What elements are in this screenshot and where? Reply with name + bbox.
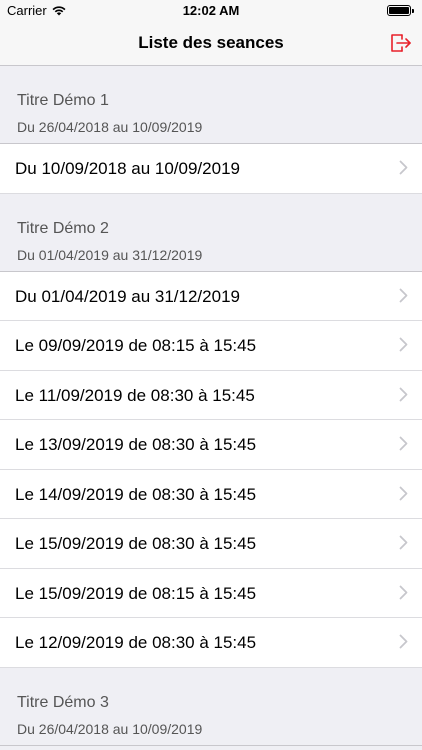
session-row[interactable]: Le 14/09/2019 de 08:30 à 15:45 xyxy=(0,469,422,519)
session-label: Le 14/09/2019 de 08:30 à 15:45 xyxy=(15,484,257,504)
session-label: Le 12/09/2019 de 08:30 à 15:45 xyxy=(15,633,257,652)
logout-icon xyxy=(391,34,411,52)
clock: 12:02 AM xyxy=(182,3,240,18)
page-title: Liste des seances xyxy=(138,33,284,52)
chevron-right-icon xyxy=(399,337,408,352)
section-title: Titre Démo 3 xyxy=(17,693,109,711)
status-bar: Carrier 12:02 AM xyxy=(0,0,422,22)
section-date-range: Du 26/04/2018 au 10/09/2019 xyxy=(17,720,203,737)
session-row[interactable]: Du 10/09/2018 au 10/09/2019 xyxy=(0,144,422,194)
session-label: Du 01/04/2019 au 31/12/2019 xyxy=(15,286,240,306)
chevron-right-icon xyxy=(399,486,408,501)
section-header: Titre Démo 1 Du 26/04/2018 au 10/09/2019 xyxy=(0,66,422,144)
session-label: Le 11/09/2019 de 08:30 à 15:45 xyxy=(15,385,255,405)
session-row[interactable]: Le 13/09/2019 de 08:30 à 15:45 xyxy=(0,420,422,470)
session-row[interactable]: Le 15/09/2019 de 08:15 à 15:45 xyxy=(0,568,422,618)
session-row[interactable]: Du 01/04/2019 au 31/12/2019 xyxy=(0,271,422,321)
session-row[interactable]: Le 09/09/2019 de 08:15 à 15:45 xyxy=(0,321,422,371)
battery-icon xyxy=(387,5,411,16)
section-title: Titre Démo 1 xyxy=(17,92,109,109)
session-row[interactable]: Le 11/09/2019 de 08:30 à 15:45 xyxy=(0,370,422,420)
session-list[interactable]: Titre Démo 1 Du 26/04/2018 au 10/09/2019 D… xyxy=(0,66,422,750)
session-label: Le 09/09/2019 de 08:15 à 15:45 xyxy=(15,336,257,355)
session-row[interactable]: Le 15/09/2019 de 08:30 à 15:45 xyxy=(0,519,422,569)
section-header: Titre Démo 2 Du 01/04/2019 au 31/12/2019 xyxy=(0,193,422,272)
logout-button[interactable] xyxy=(386,29,414,57)
chevron-right-icon xyxy=(399,387,408,402)
session-label: Le 15/09/2019 de 08:30 à 15:45 xyxy=(15,534,257,553)
section-date-range: Du 26/04/2018 au 10/09/2019 xyxy=(17,119,203,135)
chevron-right-icon xyxy=(399,288,408,303)
session-label: Le 15/09/2019 de 08:15 à 15:45 xyxy=(15,583,257,603)
chevron-right-icon xyxy=(399,535,408,550)
chevron-right-icon xyxy=(399,436,408,451)
section-header: Titre Démo 3 Du 26/04/2018 au 10/09/2019 xyxy=(0,667,422,746)
chevron-right-icon xyxy=(399,634,408,649)
section-title: Titre Démo 2 xyxy=(17,219,109,237)
section-date-range: Du 01/04/2019 au 31/12/2019 xyxy=(17,246,203,263)
chevron-right-icon xyxy=(399,160,408,175)
session-row[interactable]: Le 12/09/2019 de 08:30 à 15:45 xyxy=(0,618,422,668)
battery-indicator xyxy=(387,5,414,16)
chevron-right-icon xyxy=(399,585,408,600)
session-label: Le 13/09/2019 de 08:30 à 15:45 xyxy=(15,435,257,454)
battery-cap xyxy=(412,8,414,13)
session-label: Du 10/09/2018 au 10/09/2019 xyxy=(15,159,240,178)
navigation-bar: Liste des seances xyxy=(0,22,422,66)
